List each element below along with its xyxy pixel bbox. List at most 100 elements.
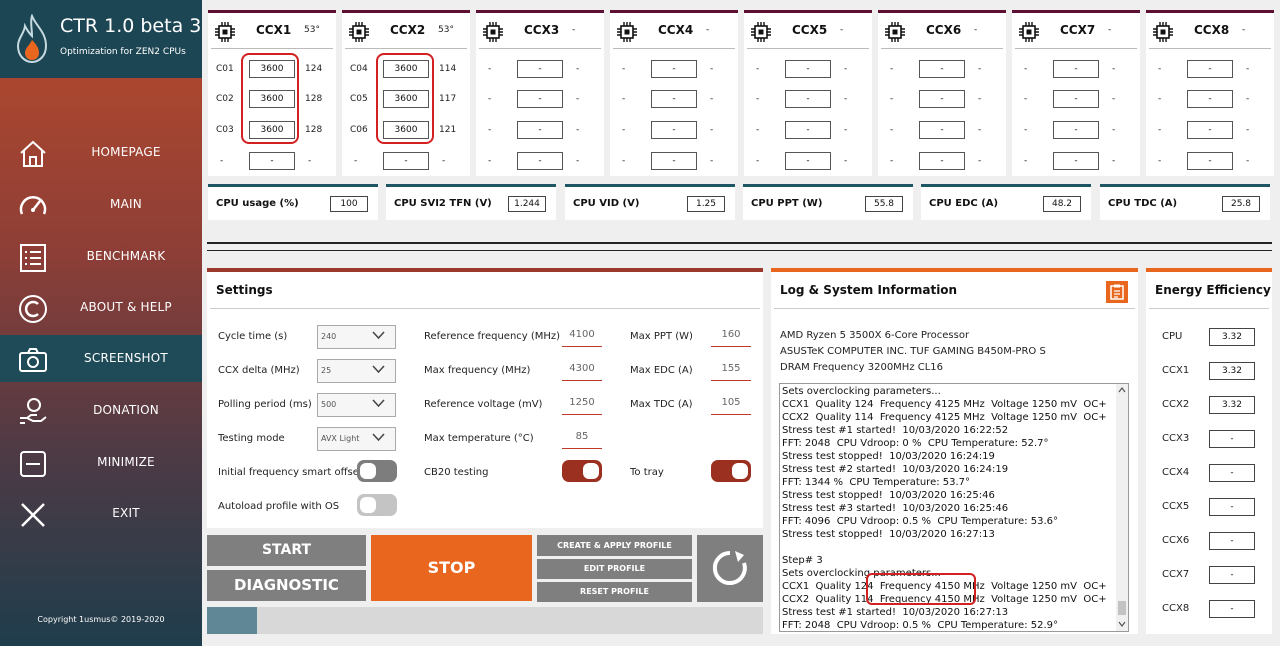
max-freq-input[interactable]: 4300 [562, 363, 602, 381]
core-frequency-field[interactable]: - [919, 152, 965, 170]
core-frequency-field[interactable]: - [785, 152, 831, 170]
core-frequency-field[interactable]: - [517, 90, 563, 108]
log-title: Log & System Information [780, 283, 958, 297]
core-frequency-field[interactable]: - [517, 60, 563, 78]
core-frequency-field[interactable]: - [1053, 121, 1099, 139]
core-frequency-field[interactable]: - [1053, 90, 1099, 108]
edit-profile-button[interactable]: EDIT PROFILE [537, 559, 692, 579]
core-frequency-field[interactable]: - [1053, 152, 1099, 170]
energy-value: - [1209, 498, 1255, 516]
ccx-panel-6: CCX6 - - - - - - - - - - - - - [878, 10, 1006, 176]
ccx-temperature: - [974, 25, 978, 35]
progress-bar [207, 607, 763, 634]
core-quality: 124 [305, 64, 323, 74]
core-frequency-field[interactable]: - [1187, 90, 1233, 108]
core-frequency-field[interactable]: - [919, 121, 965, 139]
core-frequency-field[interactable]: - [1187, 60, 1233, 78]
core-quality: - [1246, 64, 1250, 74]
metric-value: 1.244 [508, 196, 546, 212]
minimize-icon [20, 451, 46, 477]
core-frequency-field[interactable]: - [517, 152, 563, 170]
nav-label: SCREENSHOT [84, 351, 168, 365]
metric-5: CPU EDC (A) 48.2 [921, 184, 1091, 220]
max-tdc-input[interactable]: 105 [711, 397, 751, 415]
energy-efficiency-panel: Energy Efficiency CPU 3.32 CCX1 3.32 CCX2 3.3… [1146, 268, 1272, 634]
nav-minimize[interactable]: MINIMIZE [0, 439, 202, 486]
core-frequency-field[interactable]: - [1187, 121, 1233, 139]
max-ppt-input[interactable]: 160 [711, 329, 751, 347]
ccx-panel-8: CCX8 - - - - - - - - - - - - - [1146, 10, 1274, 176]
scroll-down-icon[interactable] [1118, 621, 1126, 627]
nav-homepage[interactable]: HOMEPAGE [0, 129, 202, 176]
nav-label: BENCHMARK [86, 249, 166, 263]
ccx-delta-select[interactable]: 25 [317, 359, 396, 383]
nav-about-help[interactable]: ABOUT & HELP [0, 284, 202, 331]
log-line: CCX2 Quality 114 Frequency 4125 MHz Volt… [782, 412, 1107, 423]
testing-mode-select[interactable]: AVX Light [317, 427, 396, 451]
core-quality: - [844, 64, 848, 74]
energy-label: CCX8 [1162, 603, 1190, 614]
reset-profile-button[interactable]: RESET PROFILE [537, 582, 692, 602]
core-label: - [756, 125, 760, 135]
core-label: C01 [216, 64, 234, 74]
max-temp-label: Max temperature (°C) [424, 433, 534, 444]
refresh-button[interactable] [697, 535, 763, 602]
to-tray-toggle[interactable] [711, 460, 751, 482]
divider [1015, 48, 1137, 49]
cpu-chip-icon [751, 22, 771, 42]
ccx-delta-label: CCX delta (MHz) [218, 365, 300, 376]
log-line: CCX1 Quality 124 Frequency 4125 MHz Volt… [782, 399, 1107, 410]
core-frequency-field[interactable]: - [651, 121, 697, 139]
nav-exit[interactable]: EXIT [0, 490, 202, 537]
core-label: - [890, 94, 894, 104]
core-frequency-field[interactable]: - [651, 60, 697, 78]
ccx-header: CCX3 - [476, 13, 604, 49]
scroll-up-icon[interactable] [1118, 387, 1126, 393]
max-temp-input[interactable]: 85 [562, 431, 602, 449]
create-apply-profile-button[interactable]: CREATE & APPLY PROFILE [537, 535, 692, 556]
energy-value: - [1209, 464, 1255, 482]
core-quality: - [978, 156, 982, 166]
core-frequency-field[interactable]: - [919, 60, 965, 78]
energy-label: CCX7 [1162, 569, 1190, 580]
ref-voltage-input[interactable]: 1250 [562, 397, 602, 415]
ref-freq-input[interactable]: 4100 [562, 329, 602, 347]
max-edc-input[interactable]: 155 [711, 363, 751, 381]
highlight-log-frequency [866, 573, 976, 605]
cb20-toggle[interactable] [562, 460, 602, 482]
log-scrollbar[interactable] [1116, 384, 1128, 631]
core-frequency-field[interactable]: - [785, 90, 831, 108]
core-frequency-field[interactable]: - [785, 121, 831, 139]
metric-label: CPU EDC (A) [929, 198, 999, 209]
scroll-thumb[interactable] [1118, 601, 1126, 615]
core-frequency-field[interactable]: - [785, 60, 831, 78]
nav-benchmark[interactable]: BENCHMARK [0, 233, 202, 280]
nav-screenshot[interactable]: SCREENSHOT [0, 335, 202, 382]
core-frequency-field[interactable]: - [517, 121, 563, 139]
core-frequency-field[interactable]: - [249, 152, 295, 170]
toggle-knob [360, 463, 376, 479]
clipboard-button[interactable] [1106, 281, 1128, 303]
polling-period-select[interactable]: 500 [317, 393, 396, 417]
stop-button[interactable]: STOP [371, 535, 532, 601]
core-quality: - [576, 64, 580, 74]
autoload-toggle[interactable] [357, 494, 397, 516]
diagnostic-button[interactable]: DIAGNOSTIC [207, 570, 366, 601]
toggle-knob [360, 497, 376, 513]
core-frequency-field[interactable]: - [651, 90, 697, 108]
start-button[interactable]: START [207, 535, 366, 566]
cycle-time-select[interactable]: 240 [317, 325, 396, 349]
metric-value: 100 [330, 196, 368, 212]
core-frequency-field[interactable]: - [383, 152, 429, 170]
log-line: Stress test #1 started! 10/03/2020 16:22… [782, 425, 1009, 436]
core-frequency-field[interactable]: - [919, 90, 965, 108]
core-frequency-field[interactable]: - [1053, 60, 1099, 78]
smart-offset-toggle[interactable] [357, 460, 397, 482]
nav-main[interactable]: MAIN [0, 181, 202, 228]
core-quality: 114 [439, 64, 457, 74]
ccx-temperature: - [706, 25, 710, 35]
core-quality: - [978, 125, 982, 135]
core-frequency-field[interactable]: - [1187, 152, 1233, 170]
nav-donation[interactable]: DONATION [0, 387, 202, 434]
core-frequency-field[interactable]: - [651, 152, 697, 170]
